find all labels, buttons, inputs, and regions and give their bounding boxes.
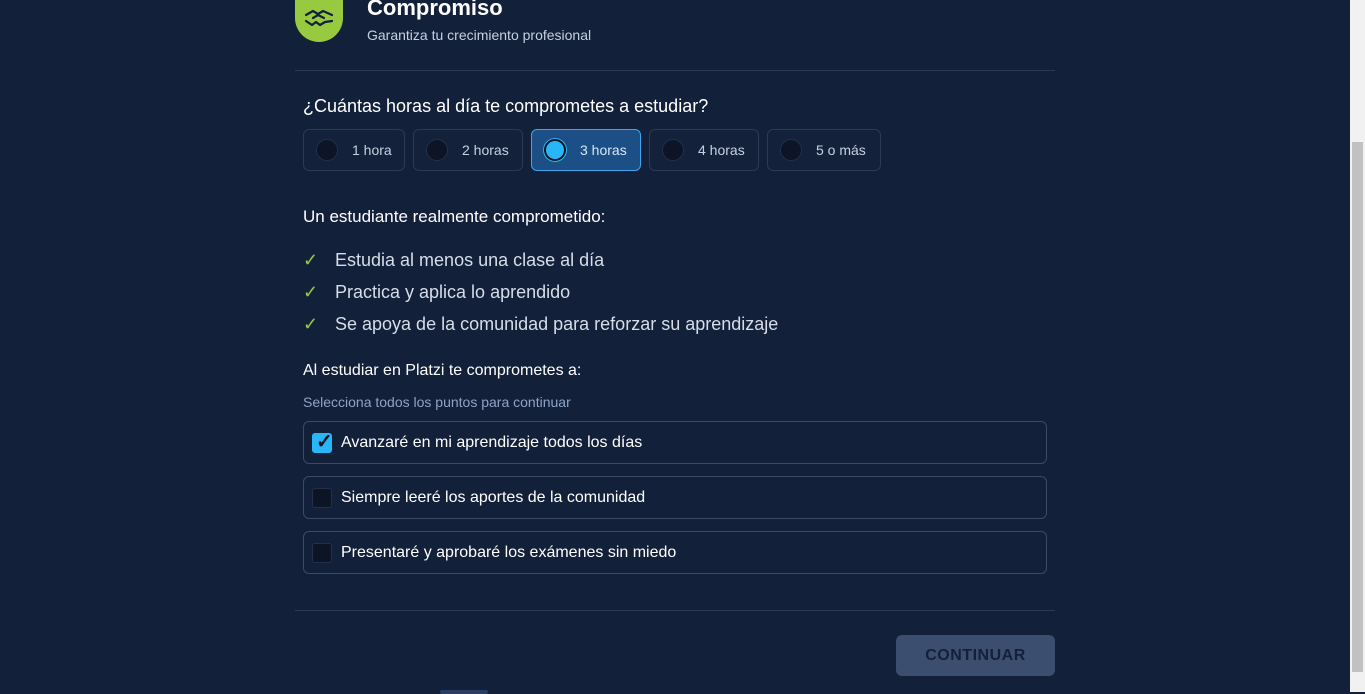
commitment-label: Siempre leeré los aportes de la comunida… xyxy=(341,488,646,506)
hour-option-3[interactable]: 3 horas xyxy=(531,129,641,171)
hour-option-5[interactable]: 5 o más xyxy=(767,129,881,171)
page-subtitle: Garantiza tu crecimiento profesional xyxy=(367,27,592,43)
list-item: ✓ Se apoya de la comunidad para reforzar… xyxy=(303,308,778,340)
radio-button-selected[interactable] xyxy=(544,139,566,161)
hours-options: 1 hora 2 horas 3 horas 4 horas 5 o más xyxy=(303,129,881,171)
hour-option-label: 3 horas xyxy=(580,142,627,158)
checkmark-icon: ✓ xyxy=(316,430,333,453)
commitment-option-exams[interactable]: Presentaré y aprobaré los exámenes sin m… xyxy=(303,531,1047,574)
check-icon: ✓ xyxy=(303,249,319,270)
radio-button[interactable] xyxy=(316,139,338,161)
commitment-option-daily[interactable]: ✓ Avanzaré en mi aprendizaje todos los d… xyxy=(303,421,1047,464)
commitment-option-community[interactable]: Siempre leeré los aportes de la comunida… xyxy=(303,476,1047,519)
commitment-panel: Compromiso Garantiza tu crecimiento prof… xyxy=(295,0,1055,694)
commitments-hint: Selecciona todos los puntos para continu… xyxy=(303,394,571,410)
commitment-label: Avanzaré en mi aprendizaje todos los día… xyxy=(341,433,643,451)
check-icon: ✓ xyxy=(303,281,319,302)
commitments-title: Al estudiar en Platzi te comprometes a: xyxy=(303,362,582,379)
commitment-label: Presentaré y aprobaré los exámenes sin m… xyxy=(341,543,677,561)
logo xyxy=(295,0,343,42)
committed-student-title: Un estudiante realmente comprometido: xyxy=(303,207,606,226)
scrollbar-thumb[interactable] xyxy=(1352,142,1363,672)
page-title: Compromiso xyxy=(367,0,503,20)
hour-option-label: 2 horas xyxy=(462,142,509,158)
list-item: ✓ Estudia al menos una clase al día xyxy=(303,244,778,276)
list-item-text: Practica y aplica lo aprendido xyxy=(335,281,571,302)
hours-question: ¿Cuántas horas al día te comprometes a e… xyxy=(303,96,709,116)
decorative-bar xyxy=(440,690,488,694)
list-item-text: Se apoya de la comunidad para reforzar s… xyxy=(335,313,779,334)
radio-button[interactable] xyxy=(662,139,684,161)
radio-button[interactable] xyxy=(426,139,448,161)
hour-option-1[interactable]: 1 hora xyxy=(303,129,405,171)
header: Compromiso Garantiza tu crecimiento prof… xyxy=(295,0,1055,71)
committed-checklist: ✓ Estudia al menos una clase al día ✓ Pr… xyxy=(303,244,778,340)
continue-button[interactable]: CONTINUAR xyxy=(896,635,1055,676)
hour-option-4[interactable]: 4 horas xyxy=(649,129,759,171)
hour-option-2[interactable]: 2 horas xyxy=(413,129,523,171)
checkbox[interactable] xyxy=(312,487,332,508)
list-item: ✓ Practica y aplica lo aprendido xyxy=(303,276,778,308)
handshake-icon xyxy=(304,9,334,27)
hour-option-label: 4 horas xyxy=(698,142,745,158)
scrollbar[interactable] xyxy=(1350,0,1365,692)
radio-button[interactable] xyxy=(780,139,802,161)
checkbox[interactable] xyxy=(312,542,332,563)
commitments-list: ✓ Avanzaré en mi aprendizaje todos los d… xyxy=(303,421,1047,586)
list-item-text: Estudia al menos una clase al día xyxy=(335,249,605,270)
hour-option-label: 5 o más xyxy=(816,142,866,158)
hour-option-label: 1 hora xyxy=(352,142,392,158)
checkbox-checked[interactable]: ✓ xyxy=(312,430,333,453)
divider xyxy=(295,610,1055,611)
check-icon: ✓ xyxy=(303,313,319,334)
